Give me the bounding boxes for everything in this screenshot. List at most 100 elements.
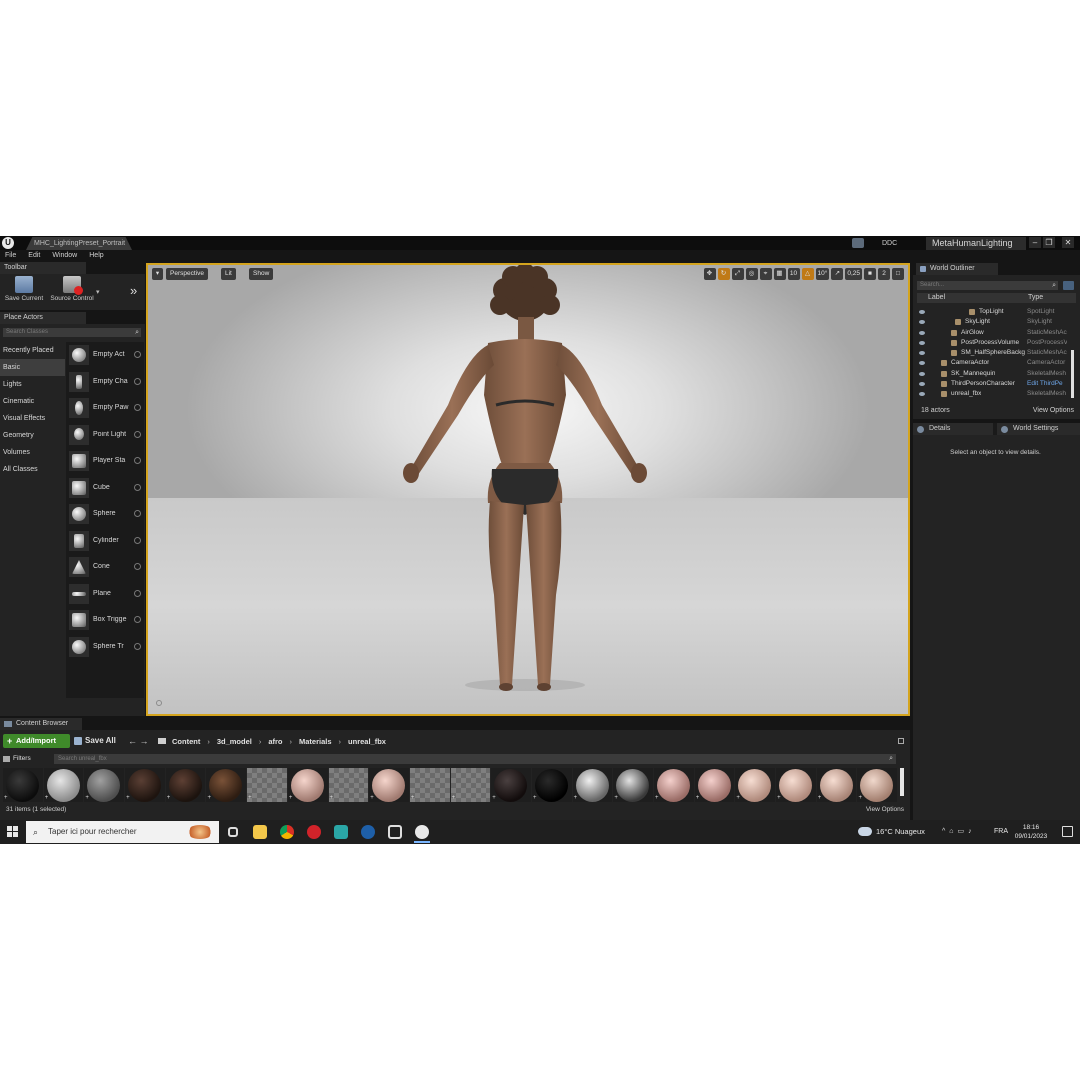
visibility-eye-icon[interactable]	[919, 382, 925, 387]
asset-tile[interactable]: +	[572, 768, 613, 802]
asset-tile[interactable]: +	[369, 768, 409, 802]
tab-content-browser[interactable]: Content Browser	[0, 718, 82, 730]
actor-item[interactable]: Sphere	[66, 501, 144, 528]
outliner-row[interactable]: AirGlow StaticMeshAc	[917, 328, 1069, 338]
breadcrumb-afro[interactable]: afro	[268, 737, 282, 746]
outliner-view-options[interactable]: View Options	[1033, 405, 1074, 417]
info-icon[interactable]	[134, 563, 141, 570]
level-tab[interactable]: MHC_LightingPreset_Portrait	[26, 237, 132, 250]
asset-tile[interactable]: +	[247, 768, 287, 802]
outliner-row[interactable]: CameraActor CameraActor	[917, 358, 1069, 368]
actor-item[interactable]: Empty Act	[66, 342, 144, 369]
info-icon[interactable]	[134, 483, 141, 491]
category-cinematic[interactable]: Cinematic	[0, 393, 65, 410]
save-all-button[interactable]: Save All	[74, 734, 116, 748]
info-icon[interactable]	[134, 510, 141, 517]
scale-snap-icon[interactable]: ↗	[831, 268, 844, 280]
visibility-eye-icon[interactable]	[919, 392, 925, 397]
actor-item[interactable]: Plane	[66, 581, 144, 608]
category-basic[interactable]: Basic	[0, 359, 65, 376]
asset-tile[interactable]: +	[694, 768, 735, 802]
asset-tile[interactable]: +	[206, 768, 247, 802]
camera-speed-value[interactable]: 2	[878, 268, 890, 280]
actor-item[interactable]: Cone	[66, 554, 144, 581]
asset-tile[interactable]: +	[776, 768, 816, 802]
save-current-button[interactable]: Save Current	[2, 276, 46, 302]
rotation-snap-value[interactable]: 10°	[815, 268, 830, 280]
lit-mode-button[interactable]: Lit	[221, 268, 236, 280]
notification-icon[interactable]	[852, 238, 864, 248]
visibility-eye-icon[interactable]	[919, 340, 925, 345]
chevron-down-icon[interactable]: ▾	[96, 288, 100, 296]
notifications-icon[interactable]	[1062, 826, 1073, 837]
translate-icon[interactable]: ✥	[703, 268, 716, 280]
category-volumes[interactable]: Volumes	[0, 444, 65, 461]
asset-tile[interactable]: +	[409, 768, 450, 802]
scale-snap-value[interactable]: 0,25	[845, 268, 862, 280]
show-button[interactable]: Show	[249, 268, 274, 280]
outliner-scrollbar[interactable]	[1071, 350, 1074, 398]
asset-tile[interactable]: +	[491, 768, 531, 802]
search-classes-input[interactable]: Search Classes ⌕	[3, 328, 141, 337]
taskbar-search-input[interactable]: ⌕ Taper ici pour rechercher	[26, 821, 219, 843]
rotate-icon[interactable]: ↻	[717, 268, 730, 280]
lock-icon[interactable]	[898, 738, 904, 744]
menu-window[interactable]: Window	[52, 250, 77, 262]
category-lights[interactable]: Lights	[0, 376, 65, 393]
asset-tile[interactable]: +	[328, 768, 369, 802]
visibility-eye-icon[interactable]	[919, 320, 925, 325]
asset-tile[interactable]: +	[613, 768, 653, 802]
grid-snap-value[interactable]: 10	[787, 268, 800, 280]
asset-tile[interactable]: +	[450, 768, 491, 802]
source-control-button[interactable]: Source Control	[48, 276, 96, 302]
chrome-icon[interactable]	[278, 823, 296, 841]
language-indicator[interactable]: FRA	[994, 820, 1008, 844]
visibility-eye-icon[interactable]	[919, 310, 925, 314]
unreal-logo-icon[interactable]: U	[2, 237, 14, 249]
menu-edit[interactable]: Edit	[28, 250, 40, 262]
windows-start-icon[interactable]	[7, 826, 19, 838]
outliner-search-input[interactable]: Search... ⌕	[917, 281, 1058, 290]
category-recently-placed[interactable]: Recently Placed	[0, 342, 65, 359]
visibility-eye-icon[interactable]	[919, 361, 925, 366]
asset-tile[interactable]: +	[531, 768, 572, 802]
tab-world-settings[interactable]: World Settings	[997, 423, 1080, 435]
asset-tile[interactable]: +	[84, 768, 125, 802]
toolbar-expand-icon[interactable]: »	[130, 283, 137, 298]
tray-icons[interactable]: ^⌂▭♪	[942, 820, 988, 844]
tab-place-actors[interactable]: Place Actors	[0, 312, 86, 324]
tab-details[interactable]: Details	[913, 423, 993, 435]
category-geometry[interactable]: Geometry	[0, 427, 65, 444]
info-icon[interactable]	[134, 377, 141, 385]
maximize-viewport-icon[interactable]: □	[892, 268, 904, 280]
rotation-snap-icon[interactable]: △	[801, 268, 814, 280]
breadcrumb-materials[interactable]: Materials	[299, 737, 332, 746]
task-view-icon[interactable]	[224, 823, 242, 841]
3d-box-icon[interactable]	[386, 823, 404, 841]
asset-tile[interactable]: +	[165, 768, 206, 802]
folder-icon[interactable]	[158, 738, 166, 744]
outliner-row[interactable]: SM_HalfSphereBackg StaticMeshAc	[917, 348, 1069, 358]
info-icon[interactable]	[134, 351, 141, 358]
close-button[interactable]: ✕	[1062, 237, 1074, 248]
info-icon[interactable]	[134, 430, 141, 438]
category-all-classes[interactable]: All Classes	[0, 461, 65, 478]
outliner-row[interactable]: SkyLight SkyLight	[917, 317, 1069, 327]
maximize-button[interactable]: ❐	[1043, 237, 1055, 248]
asset-tile[interactable]: +	[3, 768, 43, 802]
info-icon[interactable]	[134, 616, 141, 623]
surface-snap-icon[interactable]: ⌖	[759, 268, 772, 280]
asset-tile[interactable]: +	[735, 768, 776, 802]
camera-speed-icon[interactable]: ■	[864, 268, 876, 280]
actor-item[interactable]: Cube	[66, 475, 144, 502]
info-icon[interactable]	[134, 642, 141, 650]
cinema4d-icon[interactable]	[359, 823, 377, 841]
info-icon[interactable]	[134, 589, 141, 597]
unreal-engine-taskbar-icon[interactable]	[413, 823, 431, 843]
asset-tile[interactable]: +	[287, 768, 328, 802]
actor-item[interactable]: Empty Cha	[66, 369, 144, 396]
perspective-button[interactable]: Perspective	[166, 268, 208, 280]
label-column-header[interactable]: Label	[928, 293, 945, 303]
asset-tile[interactable]: +	[654, 768, 694, 802]
asset-search-input[interactable]: Search unreal_fbx ⌕	[54, 754, 896, 764]
